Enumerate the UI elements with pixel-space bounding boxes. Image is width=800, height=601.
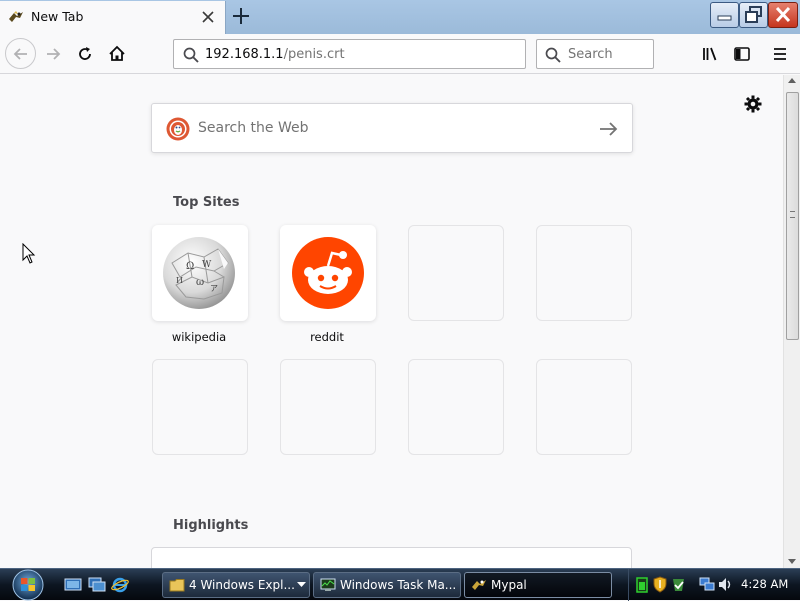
vertical-scrollbar[interactable] (783, 75, 800, 568)
wikipedia-globe-icon: Ω W ω И ア (163, 237, 235, 309)
top-site-tile-empty[interactable] (152, 359, 248, 455)
mypal-icon (9, 11, 23, 22)
system-tray: 4:28 AM (628, 569, 800, 601)
minimize-icon (717, 15, 732, 21)
url-path: /penis.crt (283, 47, 345, 62)
svg-text:И: И (176, 276, 183, 285)
highlight-card[interactable] (151, 547, 632, 568)
gear-icon[interactable] (743, 94, 763, 114)
internet-explorer-icon[interactable] (111, 576, 129, 594)
top-site-label: wikipedia (171, 330, 227, 344)
mypal-icon (472, 580, 486, 590)
clock[interactable]: 4:28 AM (741, 577, 788, 591)
arrow-right-icon[interactable] (597, 118, 619, 140)
taskbar-button-mypal[interactable]: Mypal (464, 572, 612, 598)
tab-new-tab[interactable]: New Tab (0, 1, 226, 34)
top-site-tile-wikipedia[interactable]: Ω W ω И ア (152, 225, 248, 321)
nav-toolbar: 192.168.1.1/penis.crt Search (0, 34, 800, 74)
scroll-down-arrow[interactable] (788, 559, 796, 564)
svg-text:Ω: Ω (186, 261, 194, 272)
home-icon (109, 45, 125, 61)
mouse-cursor-icon (22, 243, 36, 264)
taskbar-button-label: Windows Task Ma... (340, 578, 457, 592)
library-button[interactable] (695, 39, 725, 69)
taskbar-button-windows-explorer[interactable]: 4 Windows Expl... (162, 572, 310, 598)
show-desktop-icon[interactable] (64, 576, 82, 594)
taskbar: 4 Windows Expl... Windows Task Ma... Myp… (0, 568, 800, 601)
svg-text:ω: ω (196, 277, 204, 288)
task-manager-icon (320, 578, 336, 591)
new-tab-page: Search the Web Top Sites Ω W ω И ア wikip… (0, 75, 783, 568)
search-icon (183, 47, 199, 63)
top-site-tile-empty[interactable] (408, 225, 504, 321)
reload-icon (79, 47, 91, 60)
back-button[interactable] (5, 38, 36, 69)
search-bar[interactable]: Search (536, 39, 654, 69)
top-site-tile-empty[interactable] (536, 359, 632, 455)
scroll-up-arrow[interactable] (788, 78, 796, 83)
taskbar-button-label: Mypal (491, 578, 527, 592)
top-site-label: reddit (310, 330, 344, 344)
scroll-grip (790, 211, 795, 218)
reload-button[interactable] (70, 39, 100, 69)
minimize-button[interactable] (710, 2, 739, 28)
taskbar-button-task-manager[interactable]: Windows Task Ma... (313, 572, 461, 598)
highlights-title: Highlights (173, 518, 249, 533)
close-icon (775, 6, 791, 23)
svg-text:ア: ア (210, 284, 218, 293)
duckduckgo-icon (166, 117, 190, 141)
top-site-tile-empty[interactable] (536, 225, 632, 321)
close-window-button[interactable] (768, 2, 798, 28)
folder-icon (169, 579, 185, 592)
scroll-thumb[interactable] (786, 92, 799, 340)
taskbar-button-label: 4 Windows Expl... (189, 578, 295, 592)
new-tab-button[interactable] (230, 5, 252, 27)
restore-button[interactable] (739, 2, 768, 28)
sidebar-button[interactable] (727, 39, 757, 69)
url-host: 192.168.1.1 (205, 47, 284, 62)
url-bar[interactable]: 192.168.1.1/penis.crt (173, 39, 526, 69)
switch-windows-icon[interactable] (88, 576, 106, 594)
hamburger-icon (774, 48, 786, 60)
top-site-tile-reddit[interactable] (280, 225, 376, 321)
tab-title: New Tab (31, 9, 84, 24)
url-text: 192.168.1.1/penis.crt (205, 47, 345, 62)
start-button[interactable] (7, 569, 49, 601)
svg-text:W: W (202, 260, 212, 270)
library-icon (703, 47, 717, 61)
search-icon (545, 47, 561, 63)
network-icon[interactable] (699, 576, 715, 593)
tab-strip: New Tab (0, 0, 800, 34)
security-center-icon[interactable] (671, 577, 686, 593)
web-search-box[interactable]: Search the Web (151, 103, 633, 153)
web-search-placeholder: Search the Web (198, 120, 309, 136)
sidebar-icon (734, 47, 750, 61)
forward-button[interactable] (38, 39, 68, 69)
chevron-down-icon (297, 582, 306, 587)
top-site-tile-empty[interactable] (408, 359, 504, 455)
home-button[interactable] (102, 39, 132, 69)
search-placeholder: Search (568, 47, 613, 62)
restore-icon (745, 6, 762, 23)
reddit-alien-icon (292, 237, 364, 309)
top-site-tile-empty[interactable] (280, 359, 376, 455)
arrow-right-icon (47, 48, 61, 60)
volume-icon[interactable] (717, 576, 733, 593)
arrow-left-icon (13, 47, 27, 60)
close-icon[interactable] (198, 7, 218, 27)
shield-icon[interactable] (653, 576, 667, 593)
top-sites-title: Top Sites (173, 195, 240, 210)
battery-icon[interactable] (635, 577, 649, 593)
menu-button[interactable] (765, 39, 795, 69)
